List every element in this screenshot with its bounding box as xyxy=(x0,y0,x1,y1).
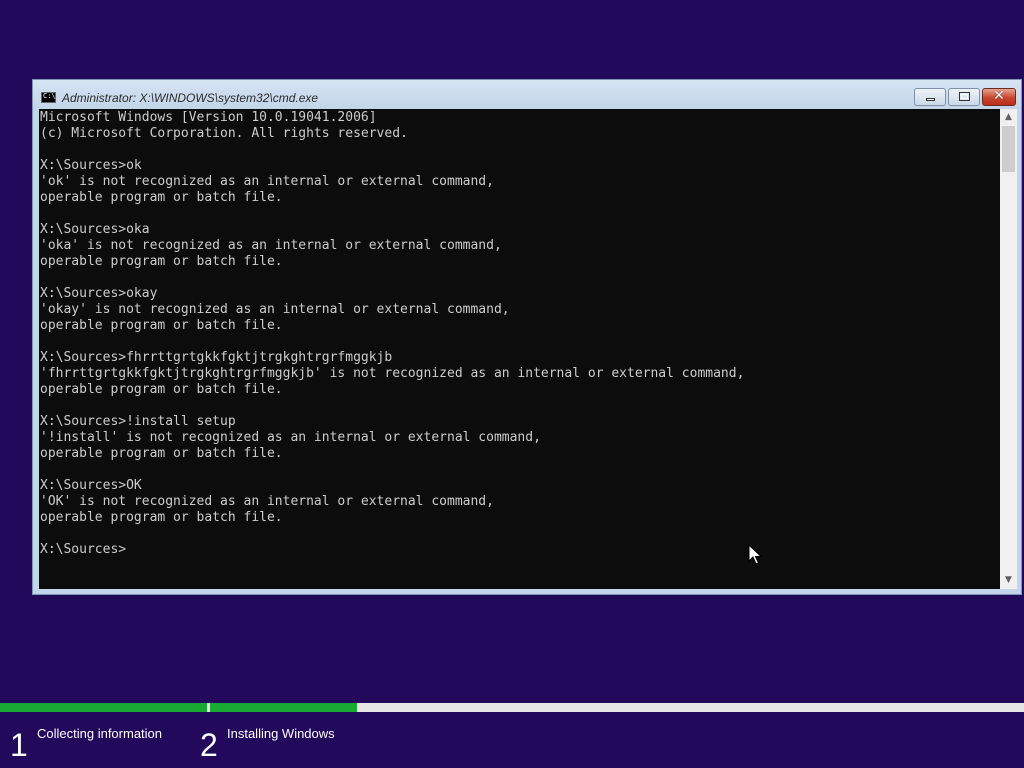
console-output[interactable]: Microsoft Windows [Version 10.0.19041.20… xyxy=(39,109,1000,589)
cmd-icon: C:\ xyxy=(41,92,56,103)
setup-progress-bar xyxy=(0,703,1024,712)
scroll-down-arrow-icon[interactable]: ▼ xyxy=(1000,572,1017,589)
close-button[interactable]: ✕ xyxy=(982,88,1016,106)
step-1-number: 1 xyxy=(10,727,28,763)
desktop-background: C:\ Administrator: X:\WINDOWS\system32\c… xyxy=(0,0,1024,768)
cmd-window[interactable]: C:\ Administrator: X:\WINDOWS\system32\c… xyxy=(32,79,1022,595)
vertical-scrollbar[interactable]: ▲ ▼ xyxy=(1000,109,1017,589)
step-2-progress xyxy=(210,703,357,712)
scrollbar-thumb[interactable] xyxy=(1002,126,1015,172)
console-text[interactable]: Microsoft Windows [Version 10.0.19041.20… xyxy=(39,109,1000,558)
step-2-number: 2 xyxy=(200,727,218,763)
mouse-pointer-icon xyxy=(748,544,762,565)
step-1-label: Collecting information xyxy=(37,726,163,741)
maximize-icon xyxy=(959,92,970,101)
cmd-icon-text: C:\ xyxy=(43,92,56,100)
close-icon: ✕ xyxy=(993,88,1005,104)
window-title: Administrator: X:\WINDOWS\system32\cmd.e… xyxy=(62,91,319,105)
minimize-button[interactable] xyxy=(914,88,946,106)
minimize-icon xyxy=(926,98,935,101)
title-bar[interactable]: C:\ Administrator: X:\WINDOWS\system32\c… xyxy=(33,80,1021,109)
scroll-up-arrow-icon[interactable]: ▲ xyxy=(1000,109,1017,126)
step-2-progress-track xyxy=(210,703,1024,712)
step-2-label: Installing Windows xyxy=(227,726,335,741)
maximize-button[interactable] xyxy=(948,88,980,106)
step-1-progress xyxy=(0,703,207,712)
